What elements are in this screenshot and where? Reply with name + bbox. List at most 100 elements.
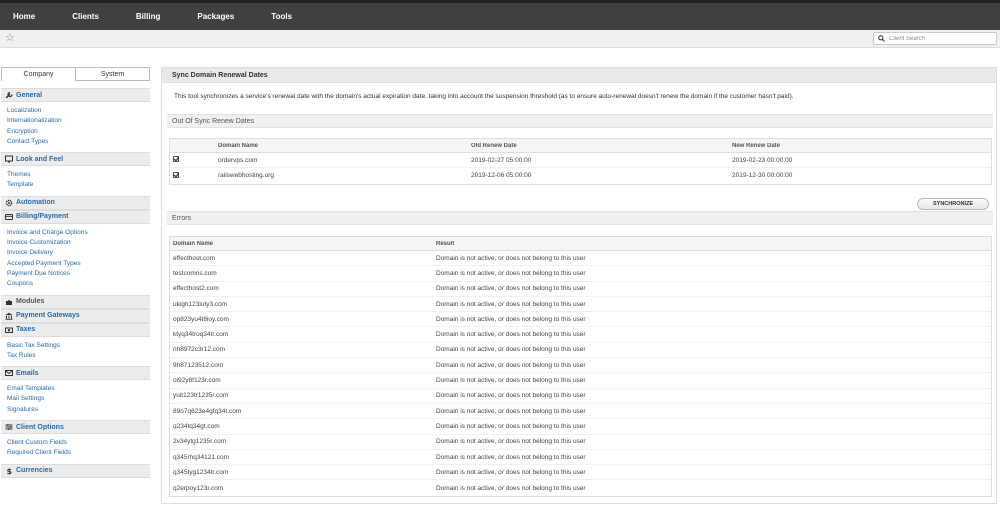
error-domain-name: 2v34ytg1235r.com [173, 438, 227, 446]
new-renew-date: 2019-02-23 00:00:00 [732, 156, 793, 164]
client-search-input[interactable] [889, 34, 994, 44]
error-result: Domain is not active, or does not belong… [436, 407, 586, 415]
sidebar-link[interactable]: Invoice and Charge Options [7, 228, 144, 238]
sidebar-section-title: Emails [16, 369, 39, 377]
sidebar-section-title: Taxes [16, 326, 36, 334]
sidebar-section-modules[interactable]: Modules [1, 294, 150, 309]
sidebar-link[interactable]: Signatures [7, 405, 144, 415]
sidebar-link[interactable]: Required Client Fields [7, 448, 144, 458]
error-domain-name: q2erpoy123r.com [173, 484, 224, 492]
column-header: Domain Name [173, 240, 214, 247]
sidebar-link[interactable]: Accepted Payment Types [7, 259, 144, 269]
nav-item[interactable]: Home [13, 12, 35, 21]
gear-icon [5, 199, 13, 207]
nav-item[interactable]: Tools [271, 12, 292, 21]
errors-header-row: Domain Name Result [170, 237, 991, 251]
table-row: ktyq34troq34tr.com Domain is not active, … [170, 327, 991, 343]
sidebar-section-title: Billing/Payment [16, 213, 69, 221]
nav-item[interactable]: Clients [72, 12, 99, 21]
sidebar-link[interactable]: Invoice Customization [7, 238, 144, 248]
table-row: oi92y8f123r.com Domain is not active, or … [170, 373, 991, 389]
main-nav: Home Clients Billing Packages Tools [0, 3, 1000, 30]
sidebar-section-look-and-feel[interactable]: Look and Feel [1, 152, 150, 167]
error-domain-name: yuit123tr1235r.com [173, 392, 229, 400]
sidebar-link[interactable]: Basic Tax Settings [7, 341, 144, 351]
sidebar-link[interactable]: Coupons [7, 279, 144, 289]
row-checkbox[interactable] [173, 171, 179, 178]
error-result: Domain is not active, or does not belong… [436, 392, 586, 400]
error-domain-name: nh8972c3r12.com [173, 346, 226, 354]
money-icon [5, 327, 13, 333]
sidebar-section-billing-payment[interactable]: Billing/Payment [1, 209, 150, 224]
old-renew-date: 2019-12-06 05:00:00 [471, 172, 532, 180]
sidebar-section-title: Look and Feel [16, 155, 64, 163]
table-row: q345rhq34121.com Domain is not active, or… [170, 450, 991, 466]
sidebar-link[interactable]: Invoice Delivery [7, 248, 144, 258]
error-domain-name: op823yu4t8ioy.com [173, 315, 229, 323]
nav-item[interactable]: Billing [136, 12, 160, 21]
sidebar-link[interactable]: Encryption [7, 127, 144, 137]
error-result: Domain is not active, or does not belong… [436, 269, 586, 277]
row-checkbox[interactable] [173, 156, 179, 163]
sidebar-link[interactable]: Internationalization [7, 116, 144, 126]
sidebar-section-currencies[interactable]: $ Currencies [1, 463, 150, 478]
sidebar-link[interactable]: Tax Rules [7, 351, 144, 361]
table-row: effecthost.com Domain is not active, or d… [170, 251, 991, 267]
sidebar-links: Email Templates Mail Settings Signatures [1, 380, 150, 420]
top-nav-bar: Home Clients Billing Packages Tools [0, 0, 1000, 30]
sidebar-section-title: Payment Gateways [16, 312, 80, 320]
client-search-box[interactable] [873, 32, 997, 45]
error-result: Domain is not active, or does not belong… [436, 300, 586, 308]
sidebar-section-taxes[interactable]: Taxes [1, 322, 150, 337]
sliders-icon [5, 424, 13, 430]
star-icon[interactable]: ☆ [5, 32, 15, 45]
sidebar-link[interactable]: Localization [7, 106, 144, 116]
errors-table: Domain Name Result effecthost.com Domain … [169, 236, 992, 497]
error-result: Domain is not active, or does not belong… [436, 331, 586, 339]
table-row: effecthost2.com Domain is not active, or … [170, 282, 991, 297]
table-row: nh8972c3r12.com Domain is not active, or … [170, 343, 991, 359]
sidebar-section-client-options[interactable]: Client Options [1, 420, 150, 435]
error-domain-name: q234tq34gt.com [173, 422, 220, 430]
sidebar-section-payment-gateways[interactable]: Payment Gateways [1, 308, 150, 323]
sidebar-link[interactable]: Client Custom Fields [7, 438, 144, 448]
error-result: Domain is not active, or does not belong… [436, 438, 586, 446]
bank-icon [5, 312, 13, 320]
sidebar-section-emails[interactable]: Emails [1, 366, 150, 381]
wrench-icon [5, 91, 13, 99]
sidebar-link[interactable]: Themes [7, 170, 144, 180]
column-header: Old Renew Date [471, 142, 517, 149]
tab-company[interactable]: Company [1, 67, 76, 81]
table-row: 2v34ytg1235r.com Domain is not active, or… [170, 435, 991, 450]
error-result: Domain is not active, or does not belong… [436, 468, 586, 476]
sidebar-section-general[interactable]: General [1, 88, 150, 102]
old-renew-date: 2019-02-27 05:00:00 [471, 156, 532, 164]
sidebar-links: Basic Tax Settings Tax Rules [1, 337, 150, 367]
error-domain-name: ukigh123iuty3.com [173, 300, 228, 308]
table-row: testcomns.com Domain is not active, or do… [170, 266, 991, 282]
error-domain-name: ktyq34troq34tr.com [173, 331, 229, 339]
sidebar-links: Localization Internationalization Encrypti… [1, 102, 150, 152]
sidebar-link[interactable]: Template [7, 180, 144, 190]
monitor-icon [5, 155, 13, 163]
sync-renewal-panel: Sync Domain Renewal Dates This tool sync… [161, 67, 997, 504]
envelope-icon [5, 370, 13, 377]
sidebar-link[interactable]: Payment Due Notices [7, 269, 144, 279]
error-result: Domain is not active, or does not belong… [436, 346, 586, 354]
domain-name: ordervps.com [218, 156, 258, 164]
new-renew-date: 2019-12-30 00:00:00 [732, 172, 793, 180]
errors-heading: Errors [167, 211, 993, 225]
error-domain-name: 9h87123512.com [173, 361, 224, 369]
tab-system[interactable]: System [76, 67, 150, 81]
synchronize-button[interactable]: SYNCHRONIZE [917, 198, 989, 210]
sidebar-link[interactable]: Mail Settings [7, 394, 144, 404]
sidebar-link[interactable]: Email Templates [7, 384, 144, 394]
sidebar-section-automation[interactable]: Automation [1, 195, 150, 210]
table-row: 89o7q623e4gfq34t.com Domain is not active… [170, 404, 991, 420]
sidebar-link[interactable]: Contact Types [7, 137, 144, 147]
sidebar-section-title: General [16, 91, 43, 99]
table-row: yuit123tr1235r.com Domain is not active, … [170, 389, 991, 404]
nav-item[interactable]: Packages [197, 12, 234, 21]
search-icon [878, 35, 885, 42]
table-row: q2erpoy123r.com Domain is not active, or … [170, 480, 991, 495]
